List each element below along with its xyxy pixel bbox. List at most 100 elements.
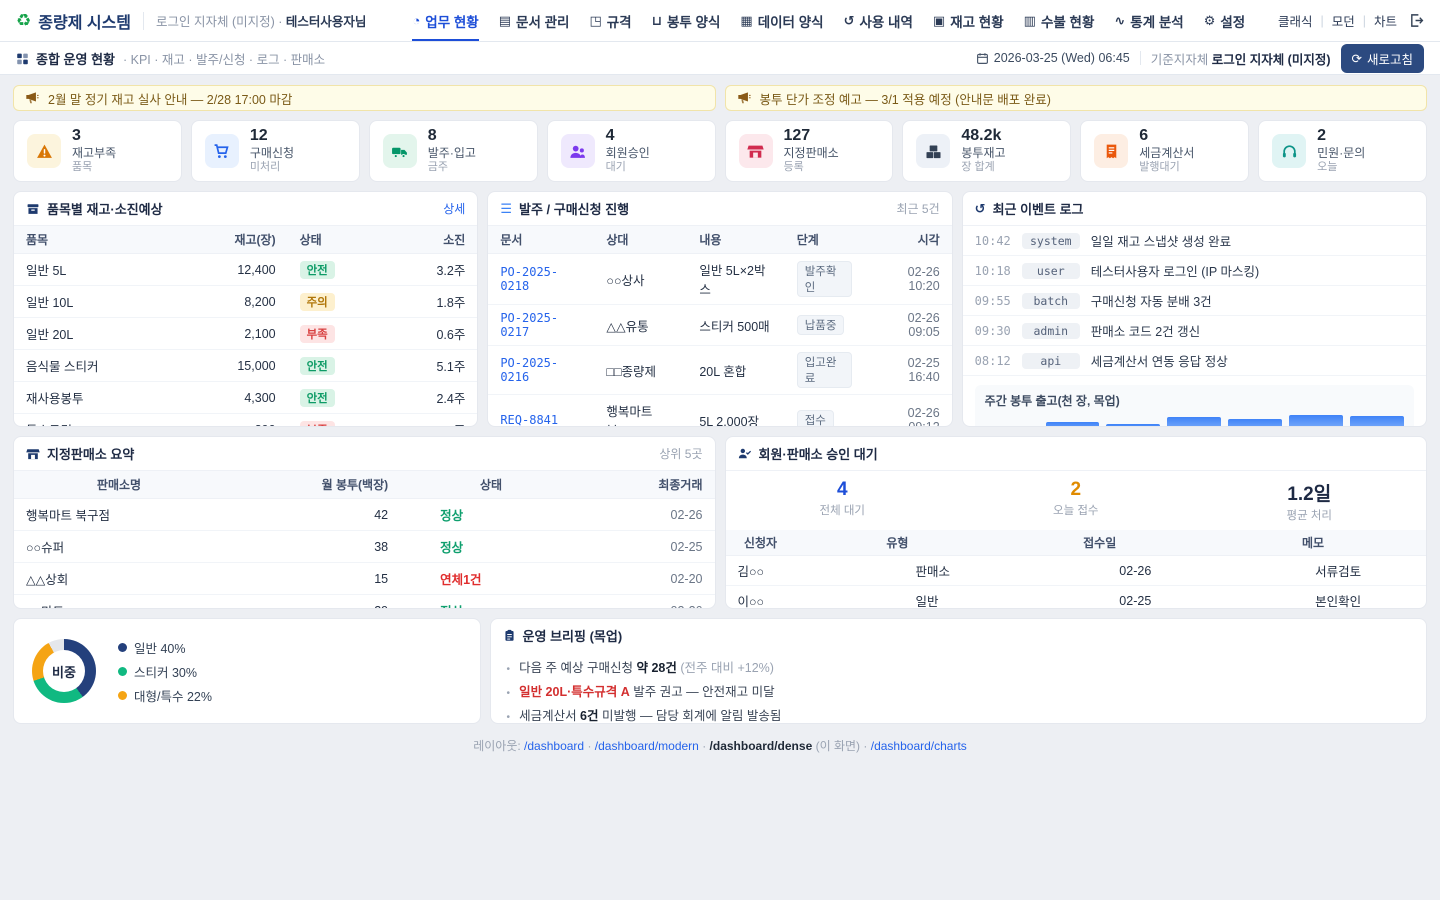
separator: · [587,739,591,753]
notice-text: 2월 말 정기 재고 실사 안내 — 2/28 17:00 마감 [48,89,292,108]
nav-item-data-forms[interactable]: ▦데이터 양식 [740,0,823,41]
col-header: 단계 [785,226,864,254]
user-icon [561,134,595,168]
recycle-icon: ♻ [16,11,31,31]
log-tag: api [1022,353,1080,369]
weekly-bar: 월 [985,415,1039,427]
panel-meta: 상위 5곳 [659,445,702,462]
briefing-panel: 운영 브리핑 (목업) •다음 주 예상 구매신청 약 28건 (전주 대비 +… [490,618,1427,724]
log-time: 09:55 [975,294,1011,308]
document-icon: ▤ [499,13,511,29]
kpi-value: 8 [428,127,476,145]
nav-item-specs[interactable]: ◳규격 [589,0,631,41]
briefing-list: •다음 주 예상 구매신청 약 28건 (전주 대비 +12%) •일반 20L… [491,647,1426,724]
warning-icon [27,134,61,168]
table-row: PO-2025-0218○○상사일반 5L×2박스발주확인02-26 10:20 [488,254,951,305]
nav-label: 통계 분석 [1130,11,1183,31]
nav-label: 사용 내역 [859,11,912,31]
log-time: 09:30 [975,324,1011,338]
kpi-sub: 대기 [606,161,650,175]
nav-item-statistics[interactable]: ∿ 통계 분석 [1114,0,1183,41]
col-header: 최종거래 [582,471,715,499]
log-row: 09:30admin판매소 코드 2건 갱신 [963,316,1426,346]
list-icon: ☰ [500,201,512,217]
basis-label: 기준지자체 [1151,53,1209,67]
table-row: 김○○판매소02-26서류검토 [726,556,1427,586]
document-link[interactable]: REQ-8841 [500,413,558,427]
footer-link-charts[interactable]: /dashboard/charts [871,739,967,753]
main-nav: ◔업무 현황 ▤문서 관리 ◳규격 ⊔봉투 양식 ▦데이터 양식 ↺사용 내역 … [412,0,1245,41]
weekly-bar: 토 [1289,415,1343,427]
nav-item-documents[interactable]: ▤문서 관리 [499,0,570,41]
nav-label: 수불 현황 [1041,11,1094,31]
table-row: 음식물 스티커15,000안전5.1주 [14,350,477,382]
store-icon [26,447,40,461]
panel-meta: 최근 5건 [897,200,940,217]
page-header: 종합 운영 현황 · KPI · 재고 · 발주/신청 · 로그 · 판매소 2… [0,42,1440,75]
status-badge: 부족 [300,325,335,343]
col-header: 상대 [594,226,687,254]
table-row: 이○○일반02-25본인확인 [726,586,1427,610]
logout-icon[interactable] [1409,13,1424,28]
mode-classic-link[interactable]: 클래식 [1278,11,1313,30]
footer-link-modern[interactable]: /dashboard/modern [595,739,699,753]
log-tag: user [1022,263,1080,279]
refresh-button[interactable]: ⟳ 새로고침 [1341,44,1425,73]
nav-item-bag-forms[interactable]: ⊔봉투 양식 [652,0,721,41]
layout-footer: 레이아웃: /dashboard · /dashboard/modern · /… [13,737,1427,754]
mode-modern-link[interactable]: 모던 [1332,11,1355,30]
kpi-label: 회원승인 [606,146,650,161]
nav-item-work-status[interactable]: ◔업무 현황 [412,0,478,41]
table-row: ○○슈퍼38정상02-25 [14,531,715,563]
table-row: 일반 20L2,100부족0.6주 [14,318,477,350]
kpi-sub: 장 합계 [961,161,1005,175]
col-header: 내용 [687,226,784,254]
panel-title: 회원·판매소 승인 대기 [738,444,878,463]
kpi-sub: 품목 [72,161,116,175]
receipt-icon [1094,134,1128,168]
table-row: 일반 10L8,200주의1.8주 [14,286,477,318]
col-header: 접수일 [999,530,1200,556]
kpi-card-low-stock: 3재고부족품목 [13,120,182,182]
nav-item-settings[interactable]: ⚙설정 [1204,0,1246,41]
nav-item-inventory[interactable]: ▣재고 현황 [933,0,1004,41]
weekly-bar: 화 [1046,415,1100,427]
document-link[interactable]: PO-2025-0217 [500,311,558,339]
approvals-table: 신청자 유형 접수일 메모 김○○판매소02-26서류검토 이○○일반02-25… [726,530,1427,609]
app-logo[interactable]: ♻ 종량제 시스템 [16,9,131,33]
bag-icon: ⊔ [652,13,662,29]
donut-legend: 일반 40%스티커 30%대형/특수 22% [118,638,212,705]
panel-title-text: 지정판매소 요약 [47,444,134,463]
panel-title-text: 발주 / 구매신청 진행 [519,199,629,218]
orders-panel: ☰ 발주 / 구매신청 진행 최근 5건 문서 상대 내용 단계 시각 PO-2… [487,191,952,427]
user-name: 테스터사용자님 [286,15,367,29]
donut-chart: 비중 [32,639,96,703]
log-tag: batch [1022,293,1080,309]
footer-link-dashboard[interactable]: /dashboard [524,739,584,753]
divider [1140,51,1141,65]
inventory-detail-link[interactable]: 상세 [443,200,465,217]
boxes-icon: ▣ [933,13,945,29]
chart-icon: ∿ [1114,13,1125,29]
log-message: 세금계산서 연동 응답 정상 [1091,351,1228,370]
kpi-card-member-approvals: 4회원승인대기 [547,120,716,182]
document-link[interactable]: PO-2025-0216 [500,356,558,384]
document-link[interactable]: PO-2025-0218 [500,265,558,293]
basis-authority: 기준지자체 로그인 지자체 (미지정) [1151,49,1331,68]
kpi-value: 12 [250,127,294,145]
log-row: 10:42system일일 재고 스냅샷 생성 완료 [963,226,1426,256]
mode-chart-link[interactable]: 차트 [1374,11,1397,30]
kpi-label: 봉투재고 [961,146,1005,161]
col-header: 판매소명 [14,471,224,499]
kpi-card-orders-inbound: 8발주·입고금주 [369,120,538,182]
context-label: 로그인 지자체 (미지정) · [156,15,282,29]
col-header: 소진 [388,226,478,254]
table-icon: ▦ [740,13,752,29]
weekly-output-chart: 주간 봉투 출고(천 장, 목업) 월화수목금토일 [975,385,1414,427]
ledger-icon: ▥ [1024,13,1036,29]
col-header: 유형 [795,530,999,556]
table-row: □□마트29정상02-26 [14,595,715,610]
status-badge: 부족 [300,421,335,428]
nav-item-usage-history[interactable]: ↺사용 내역 [844,0,913,41]
nav-item-ledger[interactable]: ▥ 수불 현황 [1024,0,1095,41]
